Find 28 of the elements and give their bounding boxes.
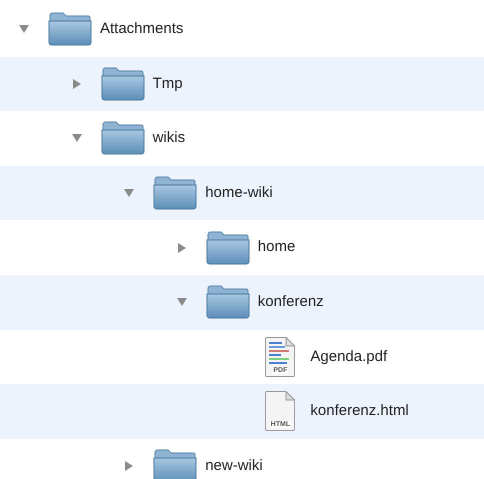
item-name: Agenda.pdf bbox=[310, 346, 388, 367]
item-name: Tmp bbox=[152, 74, 183, 94]
item-name: konferenz.html bbox=[310, 401, 409, 422]
item-name: home bbox=[258, 237, 296, 258]
collapse-triangle-icon[interactable] bbox=[176, 296, 188, 308]
item-name: konferenz bbox=[258, 292, 324, 312]
item-name: home-wiki bbox=[205, 182, 273, 203]
document-icon bbox=[265, 336, 296, 377]
folder-icon bbox=[206, 230, 250, 265]
collapse-triangle-icon[interactable] bbox=[70, 132, 83, 144]
item-name: Attachments bbox=[100, 19, 184, 40]
collapse-triangle-icon[interactable] bbox=[123, 187, 136, 200]
item-name: wikis bbox=[152, 128, 186, 148]
expand-triangle-icon[interactable] bbox=[70, 78, 83, 90]
tree-row[interactable]: home-wiki bbox=[0, 166, 484, 220]
tree-row[interactable]: konferenz bbox=[0, 274, 484, 330]
folder-icon bbox=[153, 449, 198, 479]
folder-icon bbox=[100, 66, 145, 101]
item-name: new-wiki bbox=[205, 456, 263, 476]
document-icon bbox=[265, 391, 296, 432]
expand-triangle-icon[interactable] bbox=[176, 242, 188, 254]
folder-icon bbox=[206, 285, 250, 320]
folder-icon bbox=[100, 121, 145, 156]
expand-triangle-icon[interactable] bbox=[123, 460, 136, 472]
folder-icon bbox=[48, 12, 92, 46]
tree-row[interactable]: Tmp bbox=[0, 56, 484, 112]
collapse-triangle-icon[interactable] bbox=[18, 23, 30, 36]
folder-icon bbox=[153, 176, 198, 210]
